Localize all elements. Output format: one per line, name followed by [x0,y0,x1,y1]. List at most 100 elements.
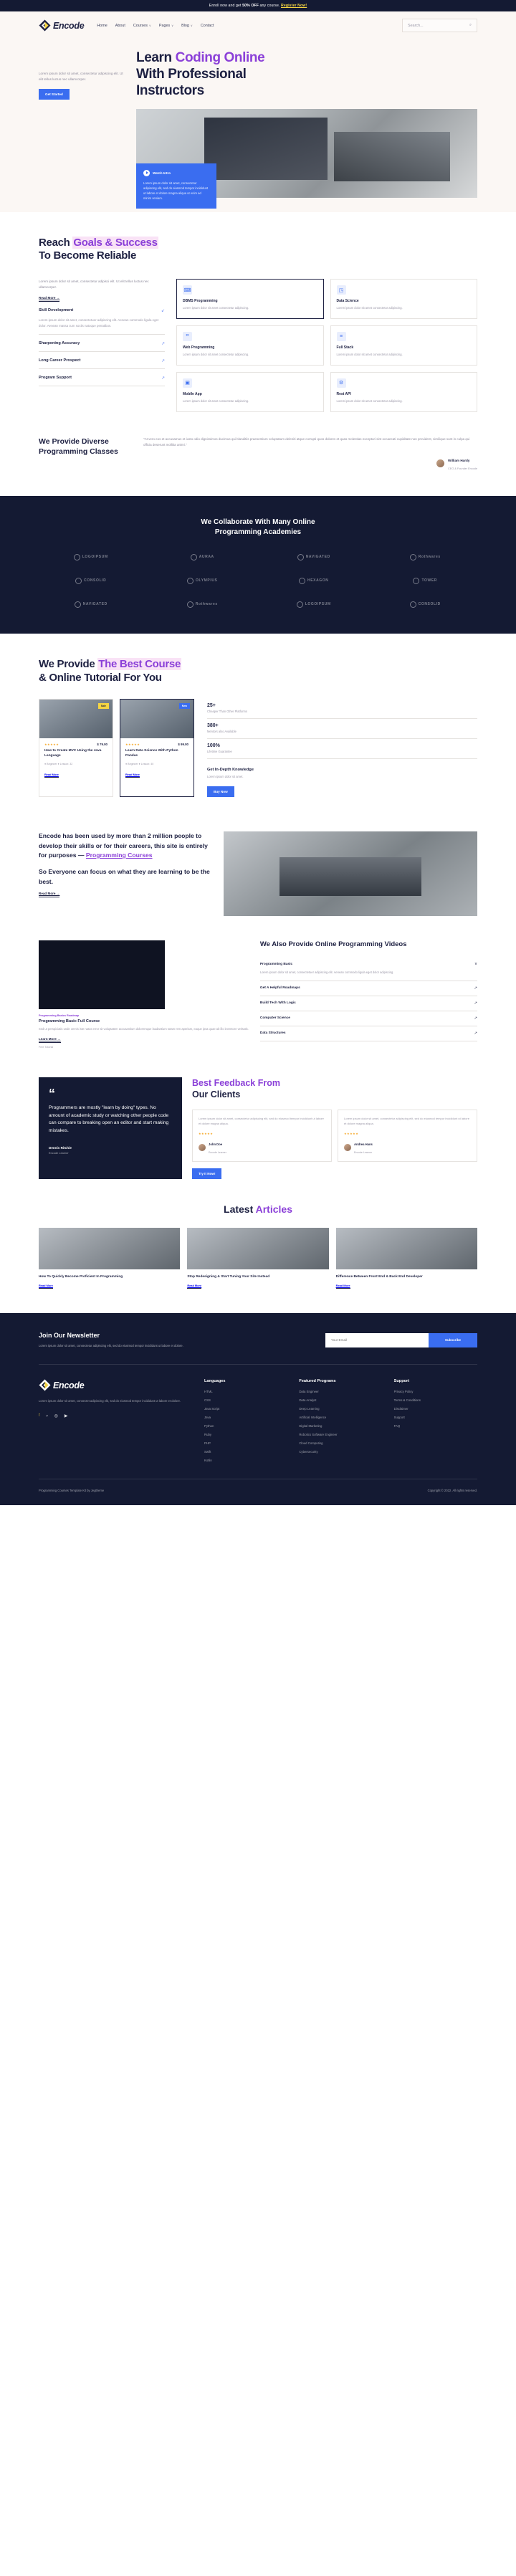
footer-link[interactable]: Cloud Computing [299,1441,382,1445]
footer-link[interactable]: Python [204,1424,287,1428]
video-accordion-item[interactable]: Programming Basic ∨ Lorem ipsum dolor si… [259,957,477,981]
encode-diamond-icon [39,19,51,32]
course-read-more-link[interactable]: Read More [44,773,59,778]
course-read-more-link[interactable]: Read More [125,773,140,778]
video-accordion-header[interactable]: Get A Helpful Roadmaps ↗ [260,986,477,991]
footer-link[interactable]: Swift [204,1450,287,1454]
video-accordion-item[interactable]: Computer Science ↗ [259,1011,477,1026]
nav-item-blog[interactable]: Blog ∨ [181,24,193,28]
footer-link[interactable]: PHP [204,1441,287,1445]
watch-intro-card[interactable]: Watch Intro Lorem ipsum dolor sit amet, … [136,163,216,209]
footer-link[interactable]: Ruby [204,1433,287,1436]
accordion-header[interactable]: Skill Development ↙ [39,308,165,313]
footer-link[interactable]: Support [394,1416,477,1419]
article-read-more-link[interactable]: Read More [335,1284,350,1289]
video-learn-more-link[interactable]: Learn More → [39,1037,61,1043]
article-card[interactable]: Stop Redesigning & Start Tuning Your Sit… [187,1227,329,1289]
search-input[interactable]: Search... ⌕ [402,19,477,32]
program-card-web[interactable]: ⌗ Web Programming Lorem ipsum dolor sit … [176,325,324,366]
video-accordion-title: Get A Helpful Roadmaps [259,986,300,991]
video-accordion-item[interactable]: Build Tech With Logic ↗ [259,996,477,1011]
footer-link[interactable]: Kotlin [204,1459,287,1462]
footer-link[interactable]: Java [204,1416,287,1419]
footer-link[interactable]: FAQ [394,1424,477,1428]
program-card-rest-api[interactable]: ⚙ Rest API Lorem ipsum dolor sit amet co… [330,371,477,412]
accordion-item[interactable]: Long Career Prospect ↗ [39,352,165,369]
footer-link[interactable]: Data Engineer [299,1390,382,1393]
goals-read-more-link[interactable]: Read More → [39,296,60,302]
footer-link[interactable]: CSS [204,1398,287,1402]
usedby-image [224,831,477,917]
footer-column-featured-programs: Featured Programs Data Engineer Data Ana… [299,1379,382,1467]
video-accordion-header[interactable]: Data Structures ↗ [260,1031,477,1036]
footer-link[interactable]: Robotics Software Engineer [299,1433,382,1436]
watch-intro-row[interactable]: Watch Intro [143,169,209,176]
get-started-button[interactable]: Get Started [39,89,70,100]
partner-logo-label: AURAA [199,555,214,560]
subscribe-button[interactable]: Subscribe [429,1332,477,1347]
twitter-icon[interactable]: ᵥ [47,1413,48,1418]
accordion-item[interactable]: Skill Development ↙ Lorem ipsum dolor si… [39,302,165,335]
facebook-icon[interactable]: f [39,1413,40,1418]
article-card[interactable]: How To Quickly Become Proficient In Prog… [39,1227,181,1289]
register-now-link[interactable]: Register Now! [281,4,307,8]
newsletter-email-input[interactable] [325,1332,429,1347]
program-card-mobile[interactable]: ▣ Mobile App Lorem ipsum dolor sit amet … [176,371,324,412]
footer-logo[interactable]: Encode [39,1379,193,1391]
footer-link[interactable]: Disclaimer [394,1407,477,1411]
nav-item-pages[interactable]: Pages ∨ [159,24,173,28]
video-accordion-header[interactable]: Programming Basic ∨ [260,962,477,966]
footer-link[interactable]: Java Script [204,1407,287,1411]
buy-now-button[interactable]: Buy Now [207,786,234,798]
youtube-icon[interactable]: ▶ [64,1413,68,1418]
footer-link[interactable]: Terms & Conditions [394,1398,477,1402]
accordion-item[interactable]: Sharpening Accuracy ↗ [39,335,165,352]
program-card-dbms[interactable]: ⌨ DBMS Programming Lorem ipsum dolor sit… [176,279,324,319]
footer-link[interactable]: Digital Marketing [299,1424,382,1428]
programming-courses-link[interactable]: Programming Courses [86,851,153,859]
accordion-header[interactable]: Long Career Prospect ↗ [39,358,165,363]
instagram-icon[interactable]: ◎ [54,1413,58,1418]
nav-item-about[interactable]: About [115,24,125,28]
brand-logo[interactable]: Encode [39,19,85,32]
play-icon[interactable] [143,169,150,176]
article-card[interactable]: Difference Between Front End & Back End … [335,1227,477,1289]
video-accordion-item[interactable]: Data Structures ↗ [259,1026,477,1041]
footer-link[interactable]: Data Analyst [299,1398,382,1402]
program-card-title: Rest API [336,391,351,396]
footer-column-support: Support Privacy Policy Terms & Condition… [394,1379,477,1467]
stat-label: Lifetime Guarantee [207,750,232,754]
footer-column-heading: Support [393,1379,410,1384]
footer-link[interactable]: Artificial Intelligence [299,1416,382,1419]
accordion-header[interactable]: Sharpening Accuracy ↗ [39,341,165,346]
video-accordion-header[interactable]: Computer Science ↗ [260,1016,477,1021]
footer-link[interactable]: Deep Learning [299,1407,382,1411]
nav-item-courses[interactable]: Courses ∨ [133,24,151,28]
feedback-text: Lorem ipsum dolor sit amet, consectetur … [344,1116,469,1126]
program-card-title: Full Stack [336,345,354,350]
usedby-read-more-link[interactable]: Read More → [39,892,60,897]
course-card[interactable]: Sale ★★★★★ $ 79.00 How to Create MVC Usi… [39,699,113,798]
article-read-more-link[interactable]: Read More [39,1284,53,1289]
video-accordion-item[interactable]: Get A Helpful Roadmaps ↗ [259,981,477,996]
search-icon[interactable]: ⌕ [469,23,472,28]
nav-item-contact[interactable]: Contact [201,24,214,28]
accordion-item[interactable]: Program Support ↗ [39,369,165,386]
nav-item-home[interactable]: Home [97,24,107,28]
accordion-header[interactable]: Program Support ↗ [39,376,165,381]
try-it-now-button[interactable]: Try It Now! [192,1168,222,1179]
program-card-data-science[interactable]: ◳ Data Science Lorem ipsum dolor sit ame… [330,279,477,319]
feedback-author-name: John Doe [209,1142,223,1146]
footer-columns: Encode Lorem ipsum dolor sit amet, conse… [39,1379,477,1467]
course-card[interactable]: New ★★★★★ $ 99.00 Learn Data Science Wit… [120,699,194,798]
article-read-more-link[interactable]: Read More [187,1284,202,1289]
footer-link[interactable]: HTML [204,1390,287,1393]
partner-logo-label: LOGOIPSUM [82,555,108,560]
program-card-full-stack[interactable]: ≡ Full Stack Lorem ipsum dolor sit amet … [330,325,477,366]
video-thumbnail[interactable] [39,940,165,1010]
footer-link[interactable]: Cybersecurity [299,1450,382,1454]
nav-label: Home [97,23,108,28]
footer-link[interactable]: Privacy Policy [394,1390,477,1393]
quote-author-role: Encode Learner [49,1151,69,1155]
video-accordion-header[interactable]: Build Tech With Logic ↗ [260,1001,477,1006]
